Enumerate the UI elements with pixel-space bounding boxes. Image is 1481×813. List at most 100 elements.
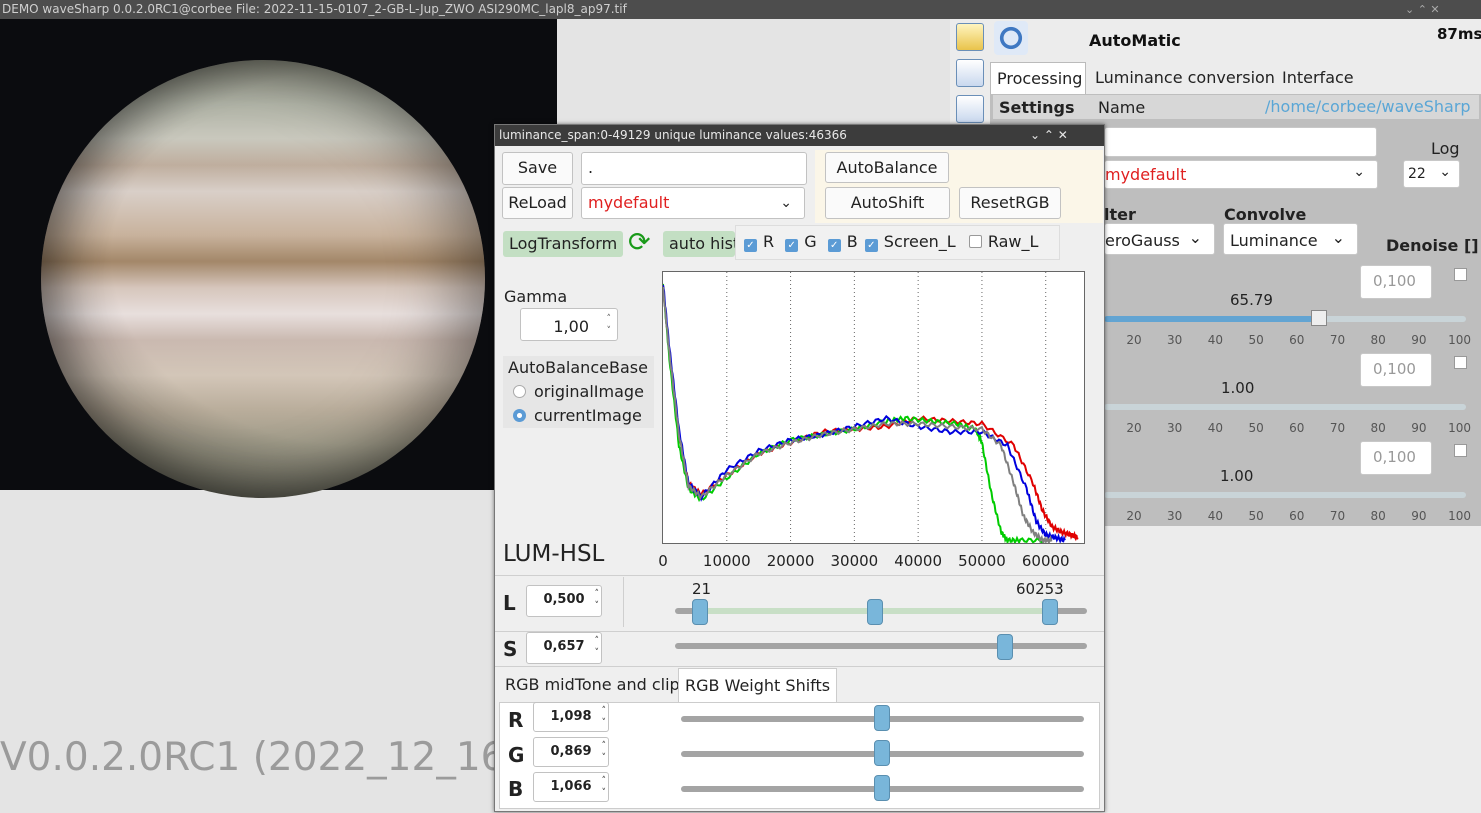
x-tick-label: 30000 [830, 552, 879, 570]
l-low-handle[interactable] [692, 599, 708, 625]
gamma-label: Gamma [504, 287, 568, 306]
g-spinbox[interactable]: 0,869 ˄ ˅ [533, 737, 609, 767]
log-combo-value: 22 [1408, 166, 1426, 182]
wavelet-layer-row: 0,100 1.00 20 30 40 50 60 70 80 90 100 [1104, 438, 1476, 523]
dialog-window-controls[interactable]: ⌄ ⌃ ✕ [1030, 125, 1068, 146]
layer-checkbox[interactable] [1454, 356, 1467, 369]
histogram-series-line [662, 284, 1066, 544]
dialog-title-bar[interactable]: luminance_span:0-49129 unique luminance … [495, 125, 1104, 146]
reload-button[interactable]: ReLoad [502, 187, 573, 219]
planet-image [41, 60, 485, 498]
channel-g[interactable]: ✓ G [785, 232, 817, 252]
tab-rgb-weight-shifts[interactable]: RGB Weight Shifts [678, 668, 838, 702]
layer-slider[interactable] [1104, 404, 1466, 410]
radio-original-image[interactable]: originalImage [513, 382, 644, 401]
layer-value: 1.00 [1220, 467, 1254, 485]
l-spinbox[interactable]: 0,500 ˄ ˅ [526, 585, 602, 617]
save-button[interactable]: Save [502, 152, 573, 185]
layer-spinbox[interactable]: 0,100 [1360, 441, 1432, 475]
convolve-combo[interactable]: Luminance ⌄ [1223, 223, 1358, 255]
window-title: DEMO waveSharp 0.0.2.0RC1@corbee File: 2… [2, 2, 627, 16]
autoshift-button[interactable]: AutoShift [825, 187, 950, 219]
resetrgb-button[interactable]: ResetRGB [959, 187, 1061, 219]
refresh-icon[interactable] [994, 21, 1028, 55]
s-spinbox[interactable]: 0,657 ˄ ˅ [526, 632, 602, 664]
image-viewport[interactable] [0, 19, 557, 498]
name-label: Name [1098, 98, 1146, 117]
tab-luminance-conversion[interactable]: Luminance conversion [1089, 62, 1281, 94]
autobalance-base-group: AutoBalanceBase originalImage currentIma… [503, 356, 654, 428]
profile-combo[interactable]: mydefault ⌄ [581, 187, 805, 219]
radio-empty-icon [513, 385, 526, 398]
profile-combo-value: mydefault [588, 193, 670, 212]
scale-tick-label: 90 [1411, 333, 1427, 347]
l-mid-handle[interactable] [867, 599, 883, 625]
convolve-combo-value: Luminance [1230, 231, 1318, 250]
layer-checkbox[interactable] [1454, 268, 1467, 281]
g-weight-handle[interactable] [874, 740, 890, 766]
profile-combo-value: mydefault [1105, 165, 1187, 184]
tab-rgb-midtone[interactable]: RGB midTone and clip [499, 668, 686, 702]
profile-name-input[interactable]: . [581, 152, 807, 185]
convolve-label: Convolve [1224, 205, 1307, 224]
logtransform-button[interactable]: LogTransform [503, 231, 624, 257]
layer-value: 1.00 [1221, 379, 1255, 397]
window-controls[interactable]: ⌄ ⌃ ✕ [1405, 0, 1440, 19]
histogram-plot[interactable] [662, 271, 1085, 546]
layer-checkbox[interactable] [1454, 444, 1467, 457]
layer-slider[interactable] [1104, 492, 1466, 498]
autobalance-button[interactable]: AutoBalance [825, 152, 949, 183]
l-label: L [503, 591, 516, 615]
spin-arrows-icon[interactable]: ˄ ˅ [595, 635, 600, 659]
auto-hist-button[interactable]: auto hist [663, 231, 735, 257]
spin-arrows-icon[interactable]: ˄ ˅ [595, 588, 600, 612]
r-spinbox[interactable]: 1,098 ˄ ˅ [533, 702, 609, 732]
log-combo[interactable]: 22 ⌄ [1403, 160, 1460, 188]
checkbox-empty-icon [968, 235, 982, 248]
document-list-icon[interactable] [956, 95, 984, 123]
radio-current-image[interactable]: currentImage [513, 406, 642, 425]
scale-tick-label: 40 [1207, 333, 1224, 347]
scale-tick-label: 80 [1370, 509, 1386, 523]
layer-spinbox[interactable]: 0,100 [1360, 265, 1432, 299]
save-document-icon[interactable] [956, 59, 984, 87]
channel-raw-l[interactable]: Raw_L [968, 232, 1038, 251]
spin-arrows-icon[interactable]: ˄ ˅ [602, 775, 607, 799]
tab-processing[interactable]: Processing [990, 62, 1086, 94]
scale-tick-label: 50 [1248, 421, 1264, 435]
channel-b[interactable]: ✓ B [827, 232, 858, 252]
layer-slider-handle[interactable] [1311, 310, 1327, 326]
histogram-svg [662, 272, 1079, 546]
s-slider[interactable] [675, 643, 1087, 649]
spin-arrows-icon[interactable]: ˄ ˅ [602, 740, 607, 764]
denoise-label: Denoise [] [1386, 236, 1479, 255]
open-folder-icon[interactable] [956, 23, 984, 51]
s-label: S [503, 637, 518, 661]
filter-combo[interactable]: eroGauss ⌄ [1104, 223, 1215, 255]
l-high-handle[interactable] [1042, 599, 1058, 625]
name-input[interactable] [1104, 127, 1377, 157]
gamma-spinbox[interactable]: 1,00 ˄ ˅ [520, 308, 618, 341]
spin-arrows-icon[interactable]: ˄ ˅ [607, 313, 612, 337]
filter-label: lter [1104, 205, 1136, 224]
tab-interface[interactable]: Interface [1276, 62, 1360, 94]
wavelet-layer-row: 0,100 1.00 20 30 40 50 60 70 80 90 100 [1104, 350, 1476, 435]
path-label: /home/corbee/waveSharp [1265, 97, 1471, 116]
layer-spinbox[interactable]: 0,100 [1360, 353, 1432, 387]
version-label: V0.0.2.0RC1 (2022_12_16)_ [0, 735, 541, 780]
mode-label: LUM-HSL [503, 541, 605, 567]
s-handle[interactable] [997, 634, 1013, 660]
channel-screen-l[interactable]: ✓ Screen_L [864, 232, 956, 252]
l-low-label: 21 [692, 580, 712, 598]
scale-tick-label: 60 [1289, 421, 1305, 435]
channel-r[interactable]: ✓ R [744, 232, 774, 252]
b-spinbox[interactable]: 1,066 ˄ ˅ [533, 772, 609, 802]
scale-tick-label: 20 [1126, 333, 1142, 347]
radio-selected-icon [513, 409, 526, 422]
refresh-icon[interactable]: ⟳ [628, 228, 658, 258]
panel-title: AutoMatic [1089, 31, 1181, 50]
b-weight-handle[interactable] [874, 775, 890, 801]
spin-arrows-icon[interactable]: ˄ ˅ [602, 705, 607, 729]
r-weight-handle[interactable] [874, 705, 890, 731]
profile-combo[interactable]: mydefault ⌄ [1104, 160, 1378, 189]
